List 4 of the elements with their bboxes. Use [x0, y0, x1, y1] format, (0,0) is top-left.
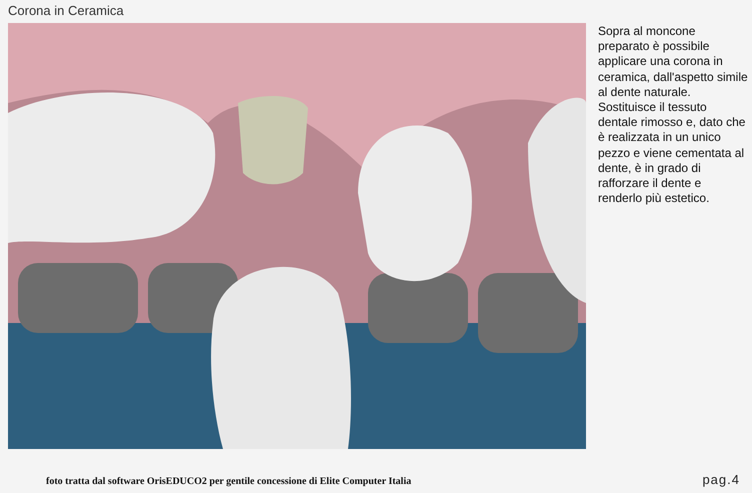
page-number: pag.4	[702, 472, 740, 487]
photo-credit-caption: foto tratta dal software OrisEDUCO2 per gentile concessione di Elite Computer Italia	[46, 476, 412, 487]
description-text: Sopra al moncone preparato è possibile applicare una corona in ceramica, dall'aspetto simile al dente naturale. Sostituisce il tessuto dentale rimosso e, dato che è realizzata in un unico pezzo e viene cementata al dente, è in grado di rafforzare il dente e renderlo più estetico.	[598, 23, 748, 206]
slide-title: Corona in Ceramica	[8, 3, 124, 20]
